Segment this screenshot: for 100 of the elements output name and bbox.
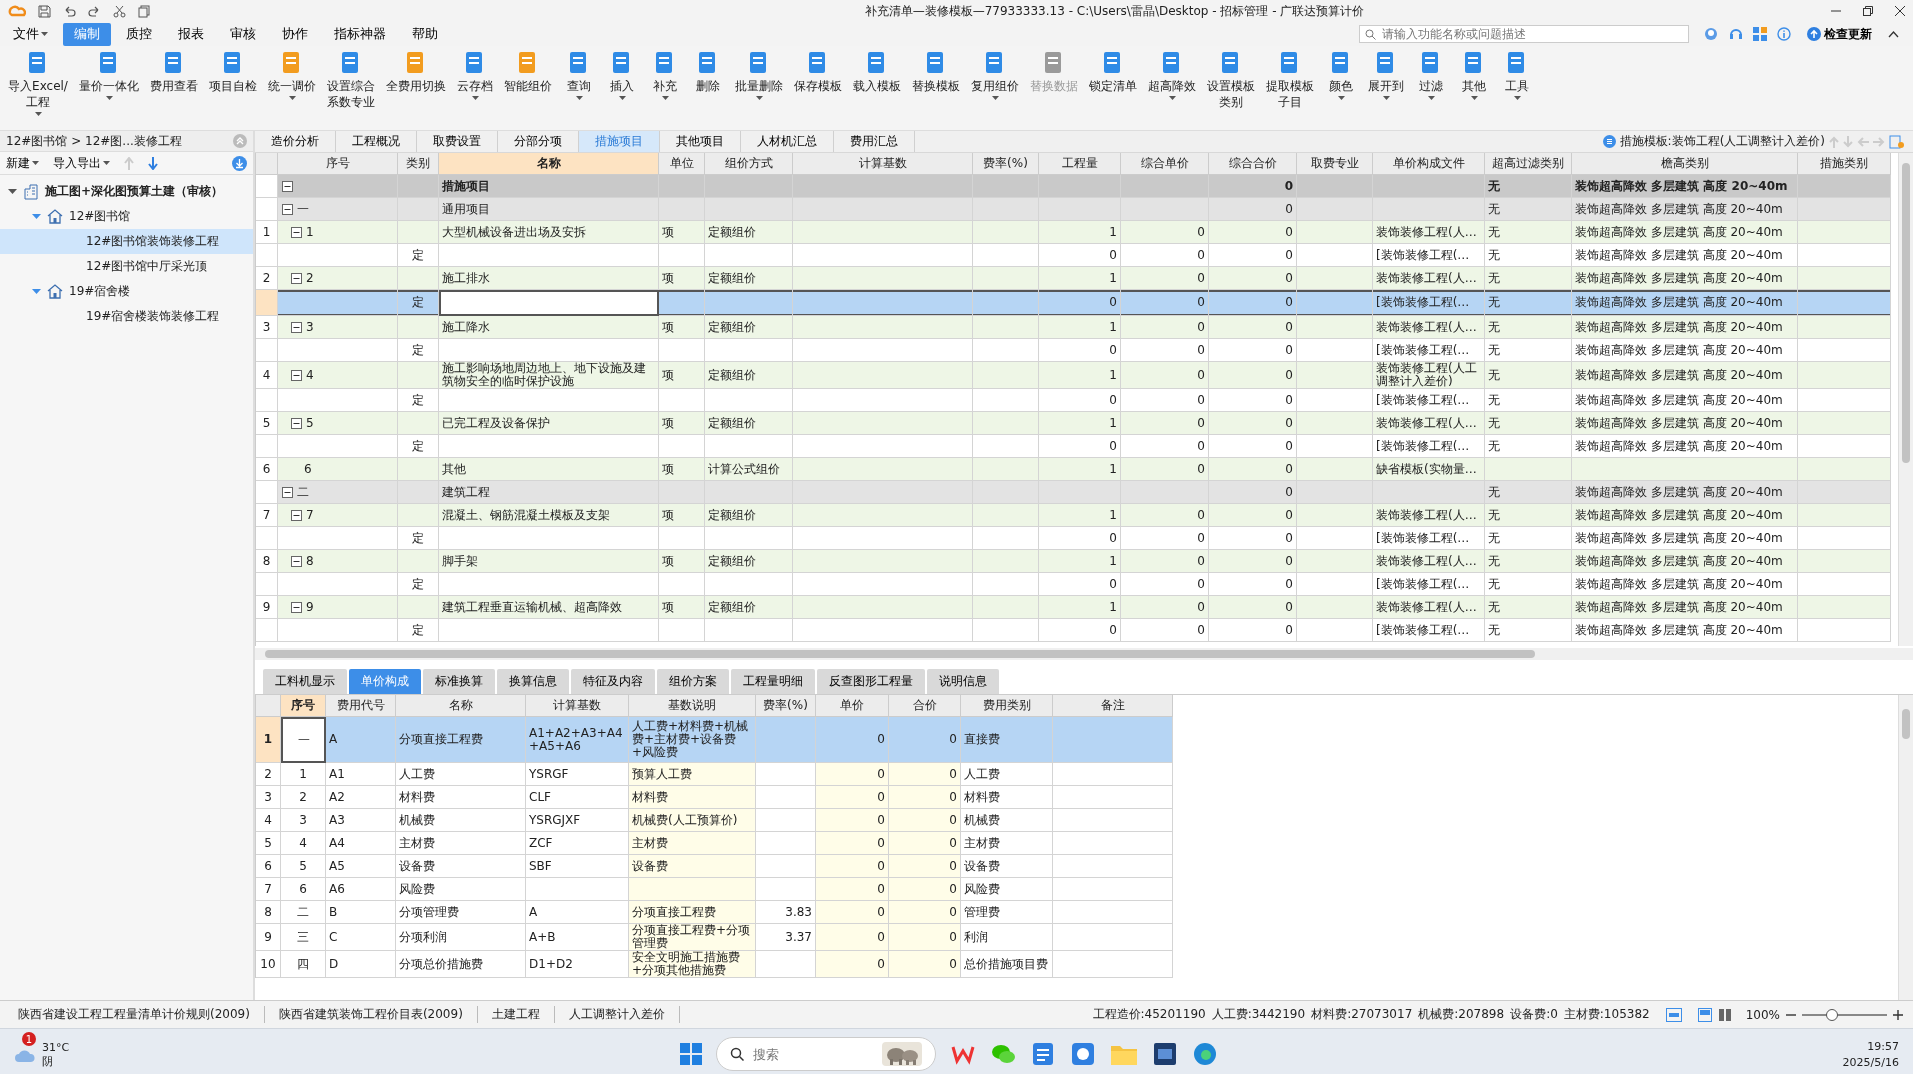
toolbar-button[interactable]: 其他 xyxy=(1454,50,1494,101)
grid-icon[interactable] xyxy=(1753,27,1767,41)
caret-down-icon[interactable] xyxy=(32,287,41,296)
tree-item[interactable]: 12#图书馆装饰装修工程 xyxy=(0,229,253,254)
column-header[interactable]: 费率(%) xyxy=(973,153,1039,175)
caret-down-icon[interactable] xyxy=(32,212,41,221)
column-header[interactable]: 备注 xyxy=(1053,695,1173,717)
toolbar-button[interactable]: 量价一体化 xyxy=(75,50,143,101)
toolbar-button[interactable]: 项目自检 xyxy=(205,50,261,94)
caret-icon[interactable] xyxy=(575,96,583,101)
caret-icon[interactable] xyxy=(991,96,999,101)
caret-icon[interactable] xyxy=(1168,96,1176,101)
collapse-icon[interactable] xyxy=(291,555,302,567)
tab[interactable]: 反查图形工程量 xyxy=(817,669,925,694)
collapse-icon[interactable] xyxy=(291,226,302,238)
toolbar-button[interactable]: 复用组价 xyxy=(967,50,1023,101)
column-header[interactable]: 超高过滤类别 xyxy=(1485,153,1572,175)
table-row[interactable]: 定 0 0 0 [装饰装修工程(… 无 装饰超高降效 多层建筑 高度 20~40m xyxy=(256,290,1891,316)
table-row[interactable]: 1 1 大型机械设备进出场及安拆 项 定额组价 1 0 0 装饰装修工程(人… 无 装饰超高降效 多层建筑 高度 20~40m xyxy=(256,221,1891,244)
column-header[interactable]: 基数说明 xyxy=(629,695,756,717)
tree-item[interactable]: 19#宿舍楼装饰装修工程 xyxy=(0,304,253,329)
row-header[interactable]: 7 xyxy=(256,504,278,527)
table-row[interactable]: 定 0 0 0 [装饰装修工程(… 无 装饰超高降效 多层建筑 高度 20~40m xyxy=(256,244,1891,267)
toolbar-button[interactable]: 工具 xyxy=(1497,50,1537,101)
headset-icon[interactable] xyxy=(1703,26,1719,42)
app-icon[interactable] xyxy=(1030,1041,1056,1067)
undo-icon[interactable] xyxy=(63,4,76,18)
table-row[interactable]: 8 8 脚手架 项 定额组价 1 0 0 装饰装修工程(人… 无 装饰超高降效 多层建筑 高度 20~40m xyxy=(256,550,1891,573)
toolbar-button[interactable]: 删除 xyxy=(688,50,728,94)
save-icon[interactable] xyxy=(38,4,51,18)
caret-icon[interactable] xyxy=(1427,96,1435,101)
collapse-icon[interactable] xyxy=(291,369,302,381)
table-row[interactable]: 3 2 A2 材料费 CLF 材料费 0 0 材料费 xyxy=(256,786,1173,809)
info-icon[interactable] xyxy=(1777,27,1791,41)
table-row[interactable]: 9 三 C 分项利润 A+B 分项直接工程费+分项管理费 3.37 0 0 利润 xyxy=(256,924,1173,951)
chevron-up-icon[interactable] xyxy=(1888,30,1899,38)
column-header[interactable]: 合价 xyxy=(889,695,961,717)
restore-icon[interactable] xyxy=(1863,6,1873,16)
menu-tab[interactable]: 帮助 xyxy=(401,22,449,46)
row-header[interactable]: 3 xyxy=(256,316,278,339)
table-row[interactable]: 定 0 0 0 [装饰装修工程(… 无 装饰超高降效 多层建筑 高度 20~40m xyxy=(256,619,1891,642)
plus-icon[interactable] xyxy=(1893,1009,1903,1020)
table-row[interactable]: 7 6 A6 风险费 0 0 风险费 xyxy=(256,878,1173,901)
cut-icon[interactable] xyxy=(113,4,126,18)
tab[interactable]: 标准换算 xyxy=(423,669,495,694)
toolbar-button[interactable]: 提取模板子目 xyxy=(1262,50,1318,110)
caret-icon[interactable] xyxy=(32,160,39,166)
toolbar-button[interactable]: 全费用切换 xyxy=(382,50,450,94)
caret-icon[interactable] xyxy=(755,96,763,101)
toolbar-button[interactable]: 展开到 xyxy=(1364,50,1408,101)
scrollbar[interactable] xyxy=(255,648,1913,660)
column-header[interactable]: 组价方式 xyxy=(705,153,793,175)
table-row[interactable]: 一 通用项目 0 无 装饰超高降效 多层建筑 高度 20~40m xyxy=(256,198,1891,221)
cell-editor[interactable] xyxy=(439,290,659,316)
table-row[interactable]: 8 二 B 分项管理费 A 分项直接工程费 3.83 0 0 管理费 xyxy=(256,901,1173,924)
column-header[interactable]: 费用代号 xyxy=(326,695,396,717)
toolbar-button[interactable]: 设置模板类别 xyxy=(1203,50,1259,110)
row-header[interactable]: 10 xyxy=(256,951,281,978)
download-icon[interactable] xyxy=(232,155,247,171)
row-header[interactable]: 9 xyxy=(256,596,278,619)
toolbar-button[interactable]: 插入 xyxy=(602,50,642,101)
row-header[interactable]: 4 xyxy=(256,362,278,389)
collapse-icon[interactable] xyxy=(291,321,302,333)
tree-item[interactable]: 12#图书馆中厅采光顶 xyxy=(0,254,253,279)
toolbar-button[interactable]: 锁定清单 xyxy=(1085,50,1141,94)
toolbar-button[interactable]: 设置综合系数专业 xyxy=(323,50,379,110)
column-header[interactable]: 措施类别 xyxy=(1798,153,1891,175)
caret-down-icon[interactable] xyxy=(8,187,17,196)
collapse-icon[interactable] xyxy=(291,272,302,284)
table-row[interactable]: 2 1 A1 人工费 YSRGF 预算人工费 0 0 人工费 xyxy=(256,763,1173,786)
toolbar-button[interactable]: 颜色 xyxy=(1321,50,1361,101)
column-header[interactable]: 综合合价 xyxy=(1209,153,1297,175)
column-header[interactable]: 名称 xyxy=(439,153,659,175)
toolbar-button[interactable]: 导入Excel/工程 xyxy=(4,50,72,117)
table-row[interactable]: 定 0 0 0 [装饰装修工程(… 无 装饰超高降效 多层建筑 高度 20~40m xyxy=(256,339,1891,362)
column-header[interactable]: 计算基数 xyxy=(526,695,629,717)
caret-icon[interactable] xyxy=(1470,96,1478,101)
layout-icon[interactable] xyxy=(1697,1007,1712,1022)
browser-icon[interactable] xyxy=(1192,1041,1218,1067)
toolbar-button[interactable]: 超高降效 xyxy=(1144,50,1200,101)
tab[interactable]: 工程量明细 xyxy=(731,669,815,694)
column-header[interactable]: 综合单价 xyxy=(1121,153,1209,175)
column-header[interactable]: 单价 xyxy=(816,695,889,717)
collapse-icon[interactable] xyxy=(282,203,293,215)
toolbar-button[interactable]: 云存档 xyxy=(453,50,497,101)
column-header[interactable]: 费率(%) xyxy=(756,695,816,717)
table-row[interactable]: 6 5 A5 设备费 SBF 设备费 0 0 设备费 xyxy=(256,855,1173,878)
columns-icon[interactable] xyxy=(1717,1007,1732,1022)
column-header[interactable]: 单位 xyxy=(659,153,705,175)
table-row[interactable]: 7 7 混凝土、钢筋混凝土模板及支架 项 定额组价 1 0 0 装饰装修工程(人… 无 装饰超高降效 多层建筑 高度 20~40m xyxy=(256,504,1891,527)
caret-icon[interactable] xyxy=(34,112,42,117)
collapse-icon[interactable] xyxy=(282,180,293,192)
toolbar-button[interactable]: 费用查看 xyxy=(146,50,202,94)
row-header[interactable]: 1 xyxy=(256,717,281,763)
redo-icon[interactable] xyxy=(88,4,101,18)
column-header[interactable]: 序号 xyxy=(278,153,398,175)
menu-tab[interactable]: 审核 xyxy=(219,22,267,46)
caret-icon[interactable] xyxy=(618,96,626,101)
toolbar-button[interactable]: 过滤 xyxy=(1411,50,1451,101)
search-field[interactable]: 请输入功能名称或问题描述 xyxy=(1359,25,1689,43)
